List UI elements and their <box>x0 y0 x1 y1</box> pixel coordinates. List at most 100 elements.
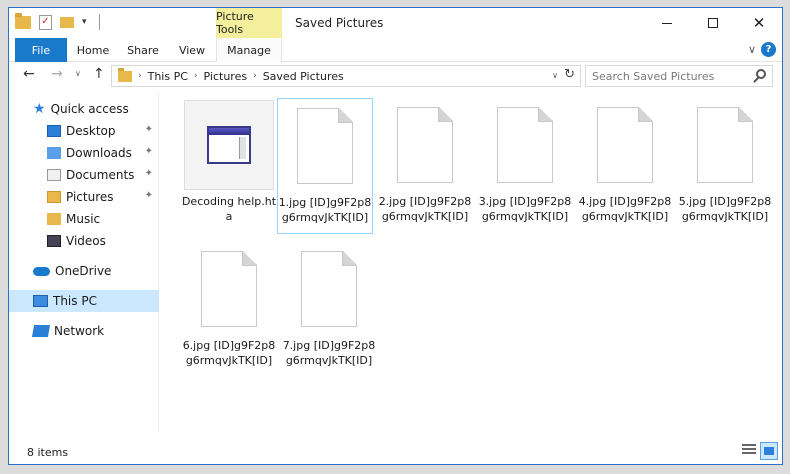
window-title: Saved Pictures <box>295 16 384 30</box>
sidebar-item-label: Downloads <box>66 146 132 160</box>
maximize-button[interactable] <box>690 8 736 38</box>
search-box[interactable] <box>585 65 773 87</box>
tab-manage[interactable]: Manage <box>216 38 282 62</box>
breadcrumb-pictures[interactable]: Pictures <box>204 70 248 83</box>
file-thumbnail <box>280 101 370 191</box>
forward-arrow-icon[interactable]: → <box>51 66 63 82</box>
desktop-icon <box>47 125 61 137</box>
address-bar[interactable]: › This PC › Pictures › Saved Pictures ∨ … <box>111 65 581 87</box>
sidebar-item-onedrive[interactable]: OneDrive <box>9 260 159 282</box>
sidebar-item-label: Documents <box>66 168 135 182</box>
file-tile-4[interactable]: 4.jpg [ID]g9F2p8g6rmqvJkTK[ID] <box>577 98 673 234</box>
sidebar-item-music[interactable]: Music <box>9 208 159 230</box>
file-name: 6.jpg [ID]g9F2p8g6rmqvJkTK[ID] <box>182 339 276 367</box>
picture-tools-label: Picture Tools <box>216 8 282 38</box>
star-icon: ★ <box>33 101 46 117</box>
sidebar-item-this-pc[interactable]: This PC <box>9 290 159 312</box>
refresh-icon[interactable]: ↻ <box>564 67 575 82</box>
file-thumbnail <box>184 244 274 334</box>
file-name: 2.jpg [ID]g9F2p8g6rmqvJkTK[ID] <box>378 195 472 223</box>
sidebar-item-label: This PC <box>53 294 97 308</box>
blank-file-icon <box>497 107 553 183</box>
sidebar-item-desktop[interactable]: Desktop ✦ <box>9 120 159 142</box>
details-view-icon[interactable] <box>742 444 756 458</box>
pin-icon[interactable]: ✦ <box>145 146 153 157</box>
application-window-icon <box>207 126 251 164</box>
blank-file-icon <box>297 108 353 184</box>
large-icons-view-icon[interactable] <box>760 442 778 460</box>
chevron-down-icon[interactable]: ∨ <box>748 43 756 56</box>
customize-toolbar-icon[interactable]: ▾ <box>82 17 87 27</box>
sidebar-item-documents[interactable]: Documents ✦ <box>9 164 159 186</box>
file-tile-2[interactable]: 2.jpg [ID]g9F2p8g6rmqvJkTK[ID] <box>377 98 473 234</box>
status-bar: 8 items <box>9 440 782 464</box>
tab-share[interactable]: Share <box>123 38 163 62</box>
breadcrumb-saved-pictures[interactable]: Saved Pictures <box>263 70 344 83</box>
file-thumbnail <box>580 100 670 190</box>
sidebar-item-videos[interactable]: Videos <box>9 230 159 252</box>
folder-icon[interactable] <box>15 12 31 29</box>
search-input[interactable] <box>592 69 742 83</box>
file-thumbnail <box>480 100 570 190</box>
file-name: 7.jpg [ID]g9F2p8g6rmqvJkTK[ID] <box>282 339 376 367</box>
file-tile-decoding-help[interactable]: Decoding help.hta <box>181 98 277 234</box>
file-tile-7[interactable]: 7.jpg [ID]g9F2p8g6rmqvJkTK[ID] <box>281 242 377 378</box>
file-tile-1[interactable]: 1.jpg [ID]g9F2p8g6rmqvJkTK[ID] <box>277 98 373 234</box>
up-arrow-icon[interactable]: ↑ <box>93 66 105 82</box>
minimize-icon <box>662 22 672 24</box>
breadcrumb-this-pc[interactable]: This PC <box>148 70 188 83</box>
sidebar-item-label: Videos <box>66 234 106 248</box>
tab-view[interactable]: View <box>172 38 212 62</box>
file-name: 4.jpg [ID]g9F2p8g6rmqvJkTK[ID] <box>578 195 672 223</box>
recent-locations-icon[interactable]: ∨ <box>75 69 81 78</box>
search-icon[interactable] <box>756 69 766 79</box>
blank-file-icon <box>397 107 453 183</box>
explorer-window: ✓ ▾ Picture Tools Saved Pictures ✕ File … <box>8 7 783 465</box>
file-view: Decoding help.hta 1.jpg [ID]g9F2p8g6rmqv… <box>169 92 782 432</box>
back-arrow-icon[interactable]: ← <box>23 66 35 82</box>
window-controls: ✕ <box>644 8 782 38</box>
properties-icon[interactable]: ✓ <box>39 14 52 30</box>
network-icon <box>31 325 51 337</box>
navigation-bar: ← → ∨ ↑ › This PC › Pictures › Saved Pic… <box>9 64 782 88</box>
new-folder-icon[interactable] <box>60 16 74 28</box>
sidebar-item-downloads[interactable]: Downloads ✦ <box>9 142 159 164</box>
sidebar-item-label: Desktop <box>66 124 116 138</box>
documents-icon <box>47 169 61 181</box>
sidebar-item-pictures[interactable]: Pictures ✦ <box>9 186 159 208</box>
sidebar-item-label: OneDrive <box>55 264 112 278</box>
music-icon <box>47 213 61 225</box>
pin-icon[interactable]: ✦ <box>145 190 153 201</box>
sidebar-item-label: Network <box>54 324 105 338</box>
tab-home[interactable]: Home <box>73 38 113 62</box>
file-name: 3.jpg [ID]g9F2p8g6rmqvJkTK[ID] <box>478 195 572 223</box>
pc-icon <box>33 295 48 307</box>
file-thumbnail <box>680 100 770 190</box>
help-icon[interactable]: ? <box>761 42 776 57</box>
file-name: 1.jpg [ID]g9F2p8g6rmqvJkTK[ID] <box>278 196 372 224</box>
minimize-button[interactable] <box>644 8 690 38</box>
tab-file[interactable]: File <box>15 38 67 62</box>
sidebar-item-network[interactable]: Network <box>9 320 159 342</box>
blank-file-icon <box>201 251 257 327</box>
sidebar-item-label: Music <box>66 212 101 226</box>
file-tile-5[interactable]: 5.jpg [ID]g9F2p8g6rmqvJkTK[ID] <box>677 98 773 234</box>
sidebar-item-quick-access[interactable]: ★ Quick access <box>9 98 159 120</box>
sidebar-item-label: Quick access <box>50 102 129 116</box>
breadcrumb-separator-icon[interactable]: › <box>253 71 257 81</box>
folder-icon <box>118 67 132 82</box>
breadcrumb-separator-icon[interactable]: › <box>138 71 142 81</box>
toolbar-divider <box>98 14 100 30</box>
blank-file-icon <box>697 107 753 183</box>
file-tile-6[interactable]: 6.jpg [ID]g9F2p8g6rmqvJkTK[ID] <box>181 242 277 378</box>
maximize-icon <box>708 18 718 28</box>
address-dropdown-icon[interactable]: ∨ <box>552 71 558 80</box>
pin-icon[interactable]: ✦ <box>145 124 153 135</box>
sidebar-item-label: Pictures <box>66 190 114 204</box>
breadcrumb-separator-icon[interactable]: › <box>194 71 198 81</box>
pin-icon[interactable]: ✦ <box>145 168 153 179</box>
file-tile-3[interactable]: 3.jpg [ID]g9F2p8g6rmqvJkTK[ID] <box>477 98 573 234</box>
quick-access-toolbar: ✓ ▾ <box>15 12 100 30</box>
file-thumbnail <box>284 244 374 334</box>
close-button[interactable]: ✕ <box>736 8 782 38</box>
